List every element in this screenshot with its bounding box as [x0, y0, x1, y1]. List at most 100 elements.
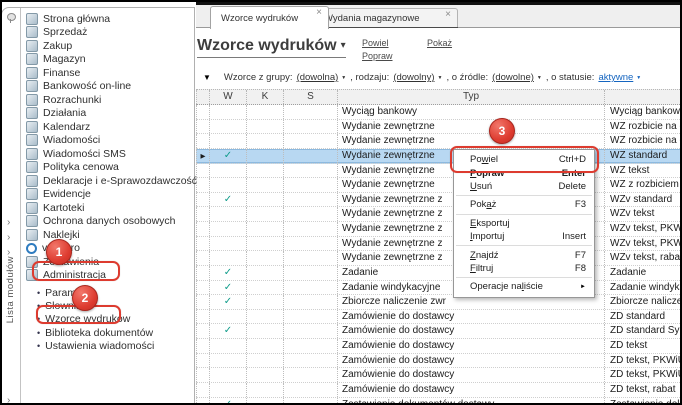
sidebar-subitem-ustawienia-wiadomosci[interactable]: • Ustawienia wiadomości: [21, 340, 197, 353]
table-row[interactable]: ▶ ✓ Wydanie zewnętrzne WZ standard: [196, 148, 682, 164]
sidebar-item-vendero[interactable]: vendero: [21, 242, 197, 256]
sidebar-item-deklaracje[interactable]: Deklaracje i e-Sprawozdawczość: [21, 174, 197, 188]
cell-typ: Zamówienie do dostawcy: [338, 339, 605, 353]
popraw-link[interactable]: Popraw: [362, 51, 393, 61]
sidebar-item-rozrachunki[interactable]: Rozrachunki: [21, 93, 197, 107]
table-row[interactable]: ✓ Zestawienie dokumentów dostawy Zestawi…: [196, 397, 682, 405]
cell-s: [284, 339, 338, 353]
table-row[interactable]: Zamówienie do dostawcy ZD tekst, rabat: [196, 382, 682, 398]
table-row[interactable]: Wydanie zewnętrzne z WZv tekst, rabat: [196, 251, 682, 266]
cell-k: [247, 353, 284, 368]
vendero-icon: [26, 242, 37, 254]
sidebar-item-ochrona-danych[interactable]: Ochrona danych osobowych: [21, 215, 197, 229]
column-header-name[interactable]: [605, 90, 682, 104]
table-row[interactable]: ✓ Zadanie Zadanie: [196, 265, 682, 281]
tab-wydania-magazynowe[interactable]: Wydania magazynowe ×: [313, 8, 458, 27]
sidebar-item-administracja[interactable]: Administracja: [21, 269, 197, 283]
menu-shortcut: Insert: [562, 231, 586, 243]
column-header-typ[interactable]: Typ: [338, 90, 605, 104]
menu-item-usun[interactable]: Usuń Delete: [454, 180, 594, 193]
menu-item-znajdz[interactable]: Znajdź F7: [454, 248, 594, 261]
sidebar-item-label: Rozrachunki: [43, 93, 102, 106]
table-row[interactable]: Wydanie zewnętrzne z WZv tekst, PKWi: [196, 236, 682, 252]
sidebar-item-kalendarz[interactable]: Kalendarz: [21, 120, 197, 134]
sidebar-subitem-wzorce-wydrukow[interactable]: • Wzorce wydruków: [21, 313, 197, 326]
row-indicator-cell: [196, 397, 210, 405]
pokaz-link[interactable]: Pokaż: [427, 38, 452, 48]
sidebar-item-wiadomosci[interactable]: Wiadomości: [21, 134, 197, 148]
cell-k: [247, 368, 284, 382]
filter-value-rodzaj[interactable]: (dowolny) ▼: [393, 72, 442, 83]
sidebar-item-finanse[interactable]: Finanse: [21, 66, 197, 80]
table-row[interactable]: Zamówienie do dostawcy ZD standard: [196, 309, 682, 325]
pin-icon[interactable]: [7, 13, 16, 23]
table-row[interactable]: Wydanie zewnętrzne z WZv tekst: [196, 207, 682, 222]
table-row[interactable]: Zamówienie do dostawcy ZD tekst: [196, 339, 682, 354]
table-row[interactable]: ✓ Wydanie zewnętrzne z WZv standard: [196, 192, 682, 208]
table-row[interactable]: Zamówienie do dostawcy ZD tekst, PKWiU: [196, 368, 682, 383]
cell-w: [210, 105, 247, 119]
sidebar-item-zestawienia[interactable]: Zestawienia: [21, 255, 197, 269]
menu-item-filtruj[interactable]: Filtruj F8: [454, 262, 594, 275]
table-row[interactable]: Wydanie zewnętrzne z WZv tekst, PKWi: [196, 222, 682, 237]
sidebar-item-bankowosc-on-line[interactable]: Bankowość on-line: [21, 80, 197, 94]
column-header-indicator[interactable]: [196, 90, 210, 104]
submenu-arrow-icon: ►: [580, 283, 586, 290]
sidebar-item-kartoteki[interactable]: Kartoteki: [21, 201, 197, 215]
sms-messages-icon: [26, 147, 38, 160]
powiel-link[interactable]: Powiel: [362, 38, 389, 48]
page-title[interactable]: Wzorce wydruków ▾: [197, 37, 346, 58]
cell-k: [247, 309, 284, 324]
filter-value-zrodlo[interactable]: (dowolne) ▼: [492, 72, 542, 83]
cell-k: [247, 134, 284, 148]
column-header-k[interactable]: K: [247, 90, 284, 104]
table-row[interactable]: Zamówienie do dostawcy ZD tekst, PKWiU: [196, 353, 682, 369]
cell-name: WZ tekst: [610, 164, 650, 176]
cell-w: [210, 368, 247, 382]
menu-item-pokaz[interactable]: Pok a ż F3: [454, 198, 594, 211]
menu-item-eksportuj[interactable]: Eksportuj: [454, 217, 594, 230]
sidebar-item-strona-glowna[interactable]: Strona główna: [21, 12, 197, 26]
table-row[interactable]: ✓ Zadanie windykacyjne Zadanie windykac: [196, 280, 682, 296]
cell-s: [284, 119, 338, 134]
tab-label: Wzorce wydruków: [221, 12, 299, 24]
menu-item-powiel[interactable]: Po w iel Ctrl+D: [454, 153, 594, 166]
templates-table: W K S Typ Wyciąg bankowy Wyciąg bankowy …: [196, 89, 682, 405]
sidebar-item-naklejki[interactable]: Naklejki: [21, 228, 197, 242]
reports-icon: [26, 255, 38, 268]
column-header-w[interactable]: W: [210, 90, 247, 104]
sidebar-item-polityka-cenowa[interactable]: Polityka cenowa: [21, 161, 197, 175]
table-row[interactable]: ✓ Zamówienie do dostawcy ZD standard Sym: [196, 324, 682, 339]
table-row[interactable]: Wydanie zewnętrzne WZ z rozbiciem n: [196, 178, 682, 193]
filter-value-grupa[interactable]: (dowolna) ▼: [297, 72, 347, 83]
table-row[interactable]: Wydanie zewnętrzne WZ rozbicie na do: [196, 134, 682, 149]
sidebar-subitem-parametry[interactable]: • Parametry: [21, 286, 197, 299]
filter-funnel-icon[interactable]: ▼: [203, 73, 211, 82]
sidebar-subitem-slowniki[interactable]: • Słowniki: [21, 299, 197, 312]
tab-wzorce-wydrukow[interactable]: Wzorce wydruków ×: [210, 6, 329, 29]
records-icon: [26, 188, 38, 201]
sidebar-item-label: Kalendarz: [43, 120, 91, 133]
finance-icon: [26, 66, 38, 79]
menu-separator: [456, 195, 592, 197]
filter-value-status[interactable]: aktywne ▼: [598, 72, 641, 83]
warehouse-icon: [26, 53, 38, 66]
sidebar-item-wiadomosci-sms[interactable]: Wiadomości SMS: [21, 147, 197, 161]
menu-item-operacje-na-liscie[interactable]: Operacje na l iście ►: [454, 280, 594, 293]
sidebar-subitem-biblioteka-dokumentow[interactable]: • Biblioteka dokumentów: [21, 326, 197, 339]
sidebar-item-magazyn[interactable]: Magazyn: [21, 53, 197, 67]
column-header-s[interactable]: S: [284, 90, 338, 104]
sidebar-item-ewidencje[interactable]: Ewidencje: [21, 188, 197, 202]
menu-item-importuj[interactable]: Importuj Insert: [454, 230, 594, 243]
sidebar-item-dzialania[interactable]: Działania: [21, 107, 197, 121]
table-row[interactable]: ✓ Zbiorcze naliczenie zwr Zbiorcze nalic…: [196, 295, 682, 310]
sidebar-item-sprzedaz[interactable]: Sprzedaż: [21, 26, 197, 40]
table-row[interactable]: Wydanie zewnętrzne WZ rozbicie na do: [196, 119, 682, 135]
sidebar-item-zakup[interactable]: Zakup: [21, 39, 197, 53]
menu-item-popraw[interactable]: Popraw Enter: [454, 166, 594, 179]
close-icon[interactable]: ×: [316, 7, 322, 19]
table-row[interactable]: Wydanie zewnętrzne WZ tekst: [196, 163, 682, 179]
close-icon[interactable]: ×: [445, 9, 451, 21]
table-row[interactable]: Wyciąg bankowy Wyciąg bankowy: [196, 105, 682, 120]
row-indicator-cell: [196, 236, 210, 251]
